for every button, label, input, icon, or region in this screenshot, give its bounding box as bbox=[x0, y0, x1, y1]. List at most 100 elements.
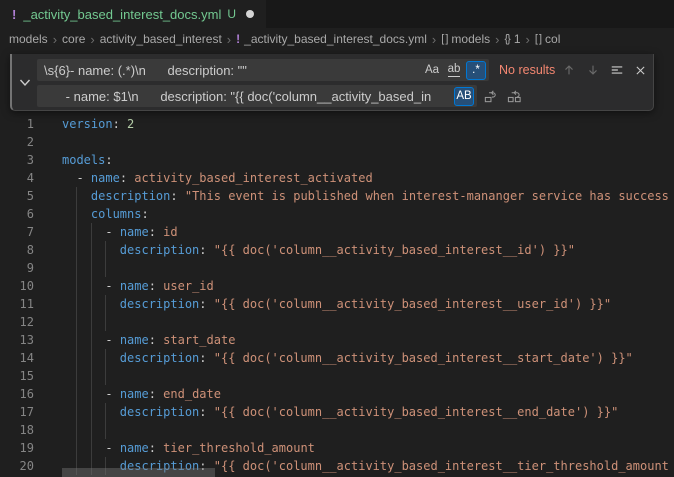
find-input[interactable] bbox=[44, 63, 420, 78]
breadcrumb-item-label: core bbox=[62, 32, 85, 46]
line-number: 4 bbox=[0, 169, 62, 187]
indent-guide bbox=[76, 349, 77, 367]
breadcrumb-item[interactable]: models bbox=[9, 32, 48, 46]
replace-icon bbox=[483, 89, 498, 104]
indent-guide bbox=[76, 205, 77, 223]
code-text bbox=[62, 421, 674, 439]
breadcrumb-item[interactable]: core bbox=[62, 32, 85, 46]
code-line[interactable]: 3models: bbox=[0, 151, 674, 169]
close-find-button[interactable] bbox=[630, 60, 651, 81]
code-line[interactable]: 5 description: "This event is published … bbox=[0, 187, 674, 205]
indent-guide bbox=[91, 277, 92, 295]
code-line[interactable]: 1version: 2 bbox=[0, 115, 674, 133]
breadcrumb-item[interactable]: [ ]models bbox=[441, 32, 490, 46]
horizontal-scrollbar-thumb[interactable] bbox=[62, 468, 215, 477]
code-text bbox=[62, 367, 674, 385]
line-number: 6 bbox=[0, 205, 62, 223]
code-text: description: "This event is published wh… bbox=[62, 187, 674, 205]
git-untracked-badge: U bbox=[227, 7, 236, 21]
line-number: 1 bbox=[0, 115, 62, 133]
line-number: 9 bbox=[0, 259, 62, 277]
code-line[interactable]: 19 - name: tier_threshold_amount bbox=[0, 439, 674, 457]
indent-guide bbox=[105, 403, 106, 421]
code-lines: 1version: 223models:4 - name: activity_b… bbox=[0, 50, 674, 475]
previous-match-button[interactable] bbox=[558, 60, 579, 81]
indent-guide bbox=[105, 421, 106, 439]
indent-guide bbox=[91, 331, 92, 349]
indent-guide bbox=[76, 223, 77, 241]
breadcrumb-item[interactable]: !_activity_based_interest_docs.yml bbox=[236, 32, 427, 46]
code-text: - name: end_date bbox=[62, 385, 674, 403]
code-line[interactable]: 6 columns: bbox=[0, 205, 674, 223]
code-line[interactable]: 13 - name: start_date bbox=[0, 331, 674, 349]
code-line[interactable]: 17 description: "{{ doc('column__activit… bbox=[0, 403, 674, 421]
indent-guide bbox=[91, 223, 92, 241]
replace-all-button[interactable] bbox=[504, 86, 525, 107]
yaml-icon: ! bbox=[236, 32, 240, 46]
code-line[interactable]: 2 bbox=[0, 133, 674, 151]
code-text: description: "{{ doc('column__activity_b… bbox=[62, 403, 674, 421]
line-number: 14 bbox=[0, 349, 62, 367]
indent-guide bbox=[76, 259, 77, 277]
code-line[interactable]: 14 description: "{{ doc('column__activit… bbox=[0, 349, 674, 367]
indent-guide bbox=[76, 439, 77, 457]
code-text: description: "{{ doc('column__activity_b… bbox=[62, 295, 674, 313]
code-text bbox=[62, 259, 674, 277]
whole-word-toggle[interactable]: ab bbox=[444, 61, 464, 80]
indent-guide bbox=[91, 259, 92, 277]
breadcrumb-separator: › bbox=[227, 33, 231, 46]
code-line[interactable]: 8 description: "{{ doc('column__activity… bbox=[0, 241, 674, 259]
preserve-case-toggle[interactable]: AB bbox=[454, 87, 474, 106]
indent-guide bbox=[76, 277, 77, 295]
symbol-array-icon: [ ] bbox=[535, 33, 541, 45]
code-line[interactable]: 11 description: "{{ doc('column__activit… bbox=[0, 295, 674, 313]
code-line[interactable]: 18 bbox=[0, 421, 674, 439]
breadcrumb-item[interactable]: [ ]col bbox=[535, 32, 561, 46]
line-number: 19 bbox=[0, 439, 62, 457]
breadcrumb-separator: › bbox=[90, 33, 94, 46]
indent-guide bbox=[91, 349, 92, 367]
find-replace-widget: Aa ab .* No results bbox=[10, 54, 654, 111]
code-text: version: 2 bbox=[62, 115, 674, 133]
breadcrumb-item[interactable]: activity_based_interest bbox=[100, 32, 222, 46]
code-line[interactable]: 15 bbox=[0, 367, 674, 385]
code-line[interactable]: 16 - name: end_date bbox=[0, 385, 674, 403]
replace-button[interactable] bbox=[480, 86, 501, 107]
line-number: 11 bbox=[0, 295, 62, 313]
find-row: Aa ab .* No results bbox=[37, 59, 651, 81]
code-text: - name: activity_based_interest_activate… bbox=[62, 169, 674, 187]
indent-guide bbox=[91, 421, 92, 439]
match-case-toggle[interactable]: Aa bbox=[422, 61, 442, 80]
editor[interactable]: Aa ab .* No results bbox=[0, 50, 674, 477]
line-number: 2 bbox=[0, 133, 62, 151]
indent-guide bbox=[76, 385, 77, 403]
tab-bar: ! _activity_based_interest_docs.yml U bbox=[0, 0, 674, 28]
symbol-array-icon: [ ] bbox=[441, 33, 447, 45]
line-number: 3 bbox=[0, 151, 62, 169]
code-line[interactable]: 4 - name: activity_based_interest_activa… bbox=[0, 169, 674, 187]
breadcrumb-separator: › bbox=[432, 33, 436, 46]
indent-guide bbox=[105, 367, 106, 385]
breadcrumb-item[interactable]: {}1 bbox=[504, 32, 520, 46]
replace-input[interactable] bbox=[44, 89, 452, 104]
breadcrumb-item-label: 1 bbox=[514, 32, 521, 46]
editor-tab[interactable]: ! _activity_based_interest_docs.yml U bbox=[0, 0, 266, 28]
code-line[interactable]: 12 bbox=[0, 313, 674, 331]
code-line[interactable]: 10 - name: user_id bbox=[0, 277, 674, 295]
code-line[interactable]: 9 bbox=[0, 259, 674, 277]
find-results-count: No results bbox=[499, 63, 555, 77]
indent-guide bbox=[105, 241, 106, 259]
indent-guide bbox=[91, 385, 92, 403]
indent-guide bbox=[105, 259, 106, 277]
breadcrumb-item-label: models bbox=[9, 32, 48, 46]
indent-guide bbox=[76, 367, 77, 385]
code-line[interactable]: 7 - name: id bbox=[0, 223, 674, 241]
toggle-replace-button[interactable] bbox=[12, 54, 37, 110]
unsaved-changes-dot[interactable] bbox=[246, 10, 254, 18]
code-text bbox=[62, 133, 674, 151]
next-match-button[interactable] bbox=[582, 60, 603, 81]
regex-toggle[interactable]: .* bbox=[466, 61, 486, 80]
find-in-selection-button[interactable] bbox=[606, 60, 627, 81]
selection-lines-icon bbox=[610, 63, 624, 77]
indent-guide bbox=[105, 295, 106, 313]
